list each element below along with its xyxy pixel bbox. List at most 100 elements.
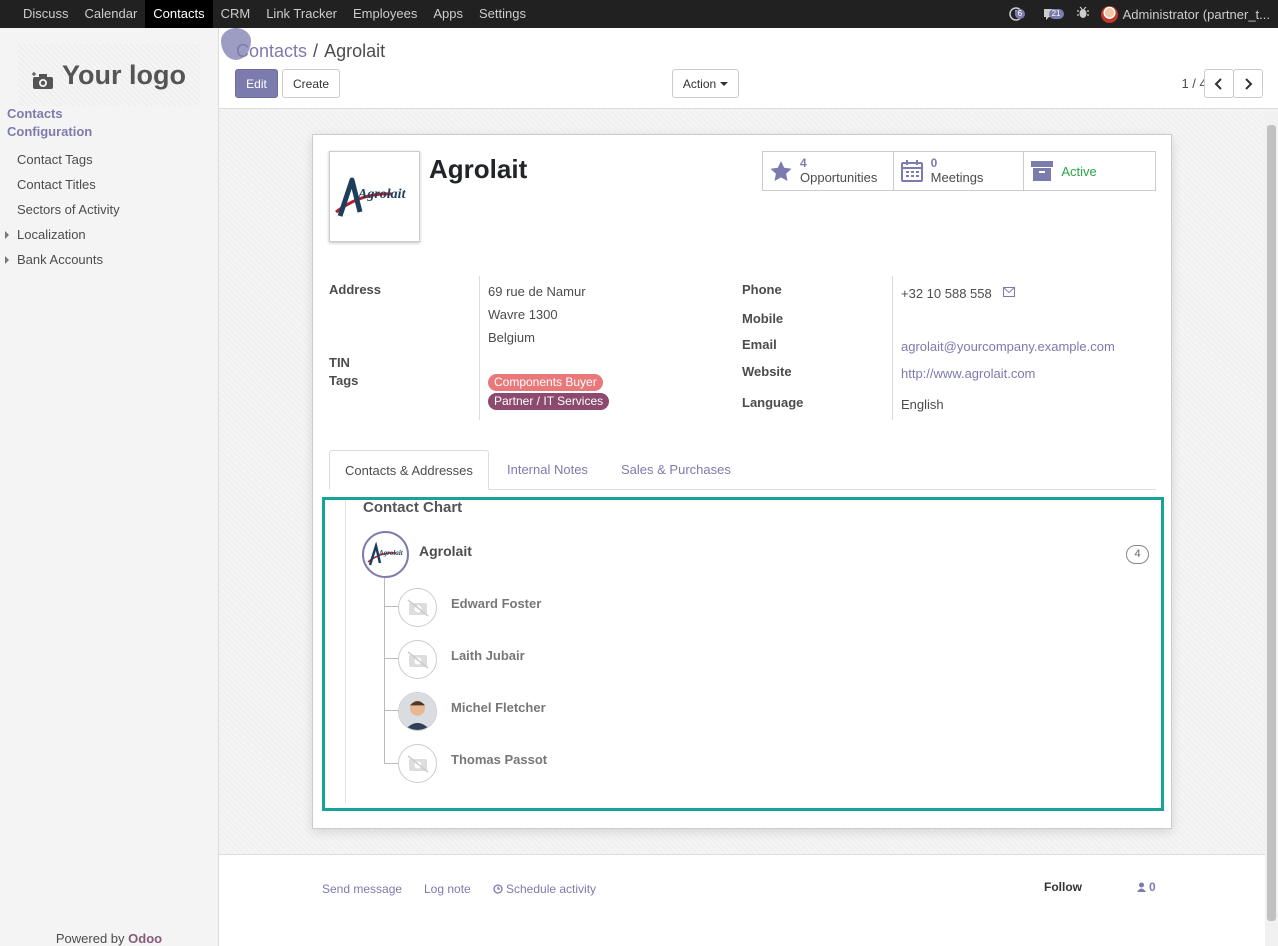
scrollbar-thumb[interactable]	[1267, 125, 1276, 921]
app-calendar[interactable]: Calendar	[77, 0, 146, 28]
sidebar-item-contact-tags[interactable]: Contact Tags	[0, 147, 218, 172]
active-status-label: Active	[1061, 163, 1097, 179]
field-divider	[479, 276, 480, 420]
child-avatar-placeholder[interactable]	[398, 588, 437, 627]
phone-field[interactable]: +32 10 588 558	[901, 286, 992, 301]
street-field[interactable]: 69 rue de Namur	[488, 284, 586, 299]
tab-internal-notes[interactable]: Internal Notes	[492, 450, 603, 490]
caret-right-icon	[5, 256, 9, 264]
caret-down-icon	[720, 81, 729, 86]
create-button[interactable]: Create	[282, 69, 340, 98]
company-logo[interactable]: Your logo	[18, 44, 200, 106]
odoo-link[interactable]: Odoo	[128, 931, 162, 946]
caret-right-icon	[5, 231, 9, 239]
notebook-tabs: Contacts & Addresses Internal Notes Sale…	[329, 450, 1156, 490]
email-field[interactable]: agrolait@yourcompany.example.com	[901, 339, 1115, 354]
root-partner-name[interactable]: Agrolait	[419, 543, 472, 559]
child-name[interactable]: Michel Fletcher	[451, 700, 546, 715]
chevron-right-icon	[1245, 77, 1253, 90]
child-avatar-photo[interactable]	[398, 692, 437, 731]
user-avatar	[1100, 5, 1118, 23]
activity-count: 6	[1014, 9, 1026, 19]
app-link-tracker[interactable]: Link Tracker	[258, 0, 345, 28]
agrolait-logo-text: Agrolait	[357, 187, 407, 202]
tag-partner-it-services[interactable]: Partner / IT Services	[488, 393, 610, 410]
smart-buttons: 4 Opportunities 0 Meetings Active	[762, 151, 1156, 191]
app-apps[interactable]: Apps	[425, 0, 471, 28]
sidebar-item-label: Contact Tags	[17, 152, 93, 167]
powered-by: Powered by Odoo	[0, 932, 218, 946]
address-label: Address	[329, 282, 382, 297]
sidebar: Your logo Contacts Configuration Contact…	[0, 28, 219, 946]
child-avatar-placeholder[interactable]	[398, 640, 437, 679]
field-divider	[892, 276, 893, 420]
scrollbar[interactable]	[1265, 109, 1278, 946]
agrolait-logo: Agrolait	[367, 541, 403, 565]
follow-button[interactable]: Follow	[1044, 880, 1082, 894]
log-note-button[interactable]: Log note	[424, 882, 471, 896]
child-avatar-placeholder[interactable]	[398, 744, 437, 783]
website-field[interactable]: http://www.agrolait.com	[901, 366, 1035, 381]
child-name[interactable]: Thomas Passot	[451, 752, 547, 767]
sidebar-item-bank-accounts[interactable]: Bank Accounts	[0, 247, 218, 272]
followers-count: 0	[1149, 880, 1156, 894]
root-partner-avatar[interactable]: Agrolait	[362, 531, 409, 578]
tab-sales-purchases[interactable]: Sales & Purchases	[606, 450, 746, 490]
sidebar-item-localization[interactable]: Localization	[0, 222, 218, 247]
archive-icon	[1031, 161, 1054, 181]
message-count: 21	[1048, 9, 1064, 19]
sidebar-heading-configuration[interactable]: Configuration	[0, 123, 218, 141]
breadcrumb: Contacts / Agrolait	[236, 41, 385, 62]
edit-button[interactable]: Edit	[235, 69, 278, 98]
sidebar-item-sectors[interactable]: Sectors of Activity	[0, 197, 218, 222]
opportunities-button[interactable]: 4 Opportunities	[763, 152, 894, 190]
meetings-button[interactable]: 0 Meetings	[894, 152, 1025, 190]
powered-prefix: Powered by	[55, 931, 129, 946]
sidebar-item-label: Localization	[17, 227, 86, 242]
star-icon	[770, 161, 792, 181]
user-icon	[1137, 882, 1146, 892]
action-dropdown[interactable]: Action	[672, 69, 739, 98]
sidebar-item-contact-titles[interactable]: Contact Titles	[0, 172, 218, 197]
sidebar-heading-contacts[interactable]: Contacts	[0, 105, 218, 123]
activity-icon[interactable]: 6	[1008, 5, 1031, 23]
schedule-activity-button[interactable]: Schedule activity	[493, 882, 596, 896]
archive-toggle-button[interactable]: Active	[1024, 152, 1155, 190]
app-employees[interactable]: Employees	[345, 0, 425, 28]
language-field[interactable]: English	[901, 397, 944, 412]
app-discuss[interactable]: Discuss	[15, 0, 77, 28]
app-crm[interactable]: CRM	[213, 0, 259, 28]
user-menu[interactable]: Administrator (partner_t...	[1100, 5, 1270, 23]
control-panel: Contacts / Agrolait Edit Create Action 1…	[219, 28, 1278, 109]
tab-contacts-addresses[interactable]: Contacts & Addresses	[329, 450, 489, 490]
top-menu-bar: Discuss Calendar Contacts CRM Link Track…	[0, 0, 1278, 28]
logo-text: Your logo	[62, 59, 186, 90]
language-label: Language	[742, 395, 804, 410]
chatter: Send message Log note Schedule activity …	[219, 854, 1265, 946]
no-photo-camera-icon	[407, 754, 428, 773]
breadcrumb-contacts[interactable]: Contacts	[236, 41, 307, 62]
meetings-label: Meetings	[930, 170, 984, 185]
camera-icon	[32, 66, 54, 89]
breadcrumb-current: Agrolait	[324, 41, 386, 61]
messaging-icon[interactable]: 21	[1043, 5, 1065, 23]
app-contacts[interactable]: Contacts	[145, 0, 213, 28]
send-message-button[interactable]: Send message	[322, 882, 402, 896]
child-name[interactable]: Edward Foster	[451, 596, 541, 611]
tin-label: TIN	[329, 355, 350, 370]
pager-previous-button[interactable]	[1204, 69, 1234, 98]
envelope-icon[interactable]	[1003, 287, 1015, 297]
partner-name[interactable]: Agrolait	[429, 154, 527, 185]
tag-components-buyer[interactable]: Components Buyer	[488, 374, 603, 391]
pager-next-button[interactable]	[1233, 69, 1263, 98]
bug-icon[interactable]	[1076, 6, 1089, 22]
phone-label: Phone	[742, 282, 782, 297]
city-zip-field[interactable]: Wavre 1300	[488, 307, 558, 322]
app-settings[interactable]: Settings	[471, 0, 534, 28]
tree-branch	[384, 710, 399, 711]
partner-image[interactable]: Agrolait	[329, 151, 420, 242]
children-count-badge[interactable]: 4	[1126, 545, 1149, 564]
followers-button[interactable]: 0	[1137, 880, 1156, 894]
country-field[interactable]: Belgium	[488, 330, 535, 345]
child-name[interactable]: Laith Jubair	[451, 648, 525, 663]
